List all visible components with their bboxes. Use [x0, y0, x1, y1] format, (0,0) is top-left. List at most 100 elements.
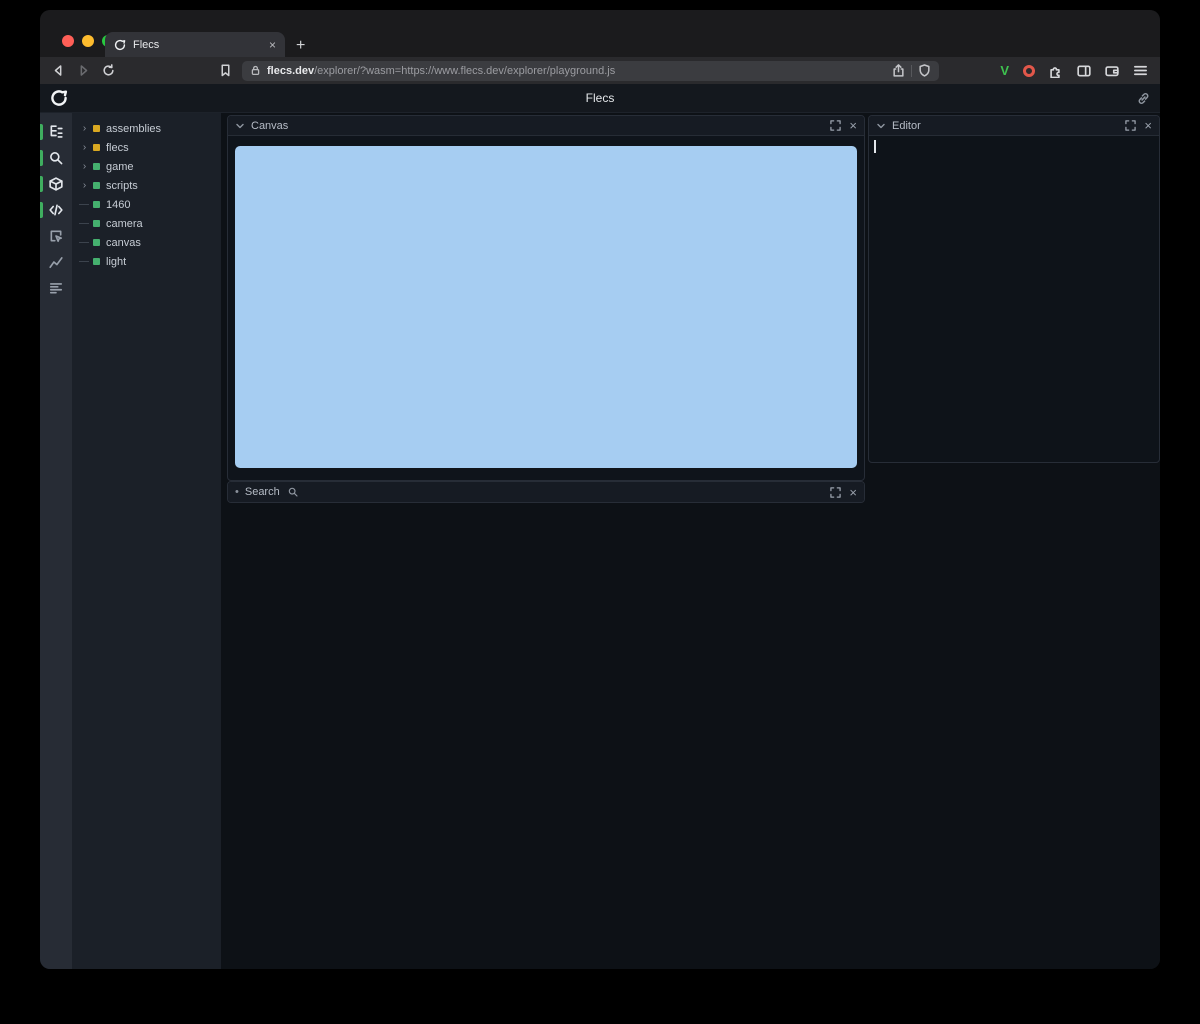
panel-header-actions: × [1125, 119, 1152, 132]
close-window-button[interactable] [62, 35, 74, 47]
tree-branch-line [79, 242, 90, 243]
bookmark-icon[interactable] [219, 64, 232, 77]
flecs-logo-icon [50, 89, 68, 107]
extensions-puzzle-icon[interactable] [1049, 64, 1063, 78]
sidebar-item-scripts[interactable] [40, 197, 72, 223]
reload-icon[interactable] [102, 64, 115, 77]
sidebar-item-query[interactable] [40, 145, 72, 171]
minimize-window-button[interactable] [82, 35, 94, 47]
text-caret [874, 140, 876, 153]
chevron-down-icon[interactable] [235, 121, 245, 131]
tree-branch-line [79, 204, 90, 205]
query-search-icon [49, 151, 63, 165]
browser-toolbar: flecs.dev/explorer/?wasm=https://www.fle… [40, 57, 1160, 84]
tree-branch-line [79, 223, 90, 224]
entity-square-icon [93, 163, 100, 170]
entity-square-icon [93, 220, 100, 227]
app-header: Flecs [40, 84, 1160, 113]
panel-title: Editor [892, 120, 921, 132]
chevron-right-icon[interactable]: › [79, 143, 90, 153]
commands-rows-icon [49, 281, 63, 295]
tab-close-icon[interactable]: × [269, 39, 276, 51]
expand-icon[interactable] [830, 487, 841, 498]
entity-square-icon [93, 258, 100, 265]
tree-item[interactable]: camera [72, 214, 221, 233]
url-path: /explorer/?wasm=https://www.flecs.dev/ex… [314, 65, 615, 77]
entity-square-icon [93, 201, 100, 208]
inspector-icon [49, 229, 63, 243]
entity-tree-icon [49, 125, 63, 139]
permalink-icon[interactable] [1137, 92, 1150, 105]
editor-text-area[interactable] [869, 136, 1159, 462]
panel-title: Search [245, 486, 280, 498]
sidebar-toggle-icon[interactable] [1077, 64, 1091, 78]
close-icon[interactable]: × [849, 486, 857, 499]
active-indicator [40, 150, 43, 166]
tree-item[interactable]: › game [72, 157, 221, 176]
browser-tab-flecs[interactable]: Flecs × [105, 32, 285, 57]
search-panel-header[interactable]: • Search × [228, 482, 864, 502]
entity-square-icon [93, 239, 100, 246]
tree-item-label: camera [106, 218, 143, 230]
statistics-chart-icon [49, 255, 63, 269]
panel-title: Canvas [251, 120, 288, 132]
url-domain: flecs.dev [267, 65, 314, 77]
tree-item[interactable]: › assemblies [72, 119, 221, 138]
chevron-right-icon[interactable]: › [79, 124, 90, 134]
browser-window: Flecs × + flecs.dev/explorer/?wasm=https… [40, 10, 1160, 969]
tree-item-label: light [106, 256, 126, 268]
sidebar-item-commands[interactable] [40, 275, 72, 301]
wallet-icon[interactable] [1105, 64, 1119, 78]
shield-icon[interactable] [918, 64, 931, 77]
browser-tab-bar: Flecs × + [40, 10, 1160, 57]
flecs-favicon [114, 39, 126, 51]
back-icon[interactable] [52, 64, 65, 77]
collapsed-bullet-icon[interactable]: • [235, 486, 239, 498]
canvas-panel: Canvas × [227, 115, 865, 481]
active-indicator [40, 124, 43, 140]
expand-icon[interactable] [830, 120, 841, 131]
close-icon[interactable]: × [1144, 119, 1152, 132]
chevron-right-icon[interactable]: › [79, 181, 90, 191]
tree-item-label: 1460 [106, 199, 130, 211]
module-square-icon [93, 125, 100, 132]
share-icon[interactable] [892, 64, 905, 77]
chevron-right-icon[interactable]: › [79, 162, 90, 172]
tree-item[interactable]: canvas [72, 233, 221, 252]
chevron-down-icon[interactable] [876, 121, 886, 131]
code-scripts-icon [49, 203, 63, 217]
browser-menu-icon[interactable] [1133, 63, 1148, 78]
panel-header-actions: × [830, 486, 857, 499]
address-bar[interactable]: flecs.dev/explorer/?wasm=https://www.fle… [242, 61, 939, 81]
tab-title: Flecs [133, 39, 262, 51]
tree-item-label: scripts [106, 180, 138, 192]
main-area: Canvas × • Search [221, 113, 1160, 969]
sidebar-item-statistics[interactable] [40, 249, 72, 275]
active-indicator [40, 176, 43, 192]
extension-dot-icon[interactable] [1023, 65, 1035, 77]
search-panel: • Search × [227, 481, 865, 503]
webgl-canvas[interactable] [235, 146, 857, 468]
tree-item-label: flecs [106, 142, 129, 154]
expand-icon[interactable] [1125, 120, 1136, 131]
left-icon-sidebar [40, 113, 72, 969]
editor-panel-header[interactable]: Editor × [869, 116, 1159, 136]
sidebar-item-entity-tree[interactable] [40, 119, 72, 145]
panel-header-actions: × [830, 119, 857, 132]
tree-item[interactable]: light [72, 252, 221, 271]
urlbar-divider [911, 65, 912, 77]
sidebar-item-entities[interactable] [40, 171, 72, 197]
tree-item[interactable]: › scripts [72, 176, 221, 195]
extension-v-icon[interactable]: V [1000, 64, 1009, 77]
tree-item[interactable]: 1460 [72, 195, 221, 214]
forward-icon[interactable] [77, 64, 90, 77]
sidebar-item-inspector[interactable] [40, 223, 72, 249]
tree-item-label: assemblies [106, 123, 161, 135]
new-tab-button[interactable]: + [296, 38, 305, 54]
entity-tree-panel: › assemblies › flecs › game › scripts [72, 113, 221, 969]
canvas-panel-header[interactable]: Canvas × [228, 116, 864, 136]
entity-box-icon [49, 177, 63, 191]
url-text: flecs.dev/explorer/?wasm=https://www.fle… [267, 65, 615, 77]
close-icon[interactable]: × [849, 119, 857, 132]
tree-item[interactable]: › flecs [72, 138, 221, 157]
